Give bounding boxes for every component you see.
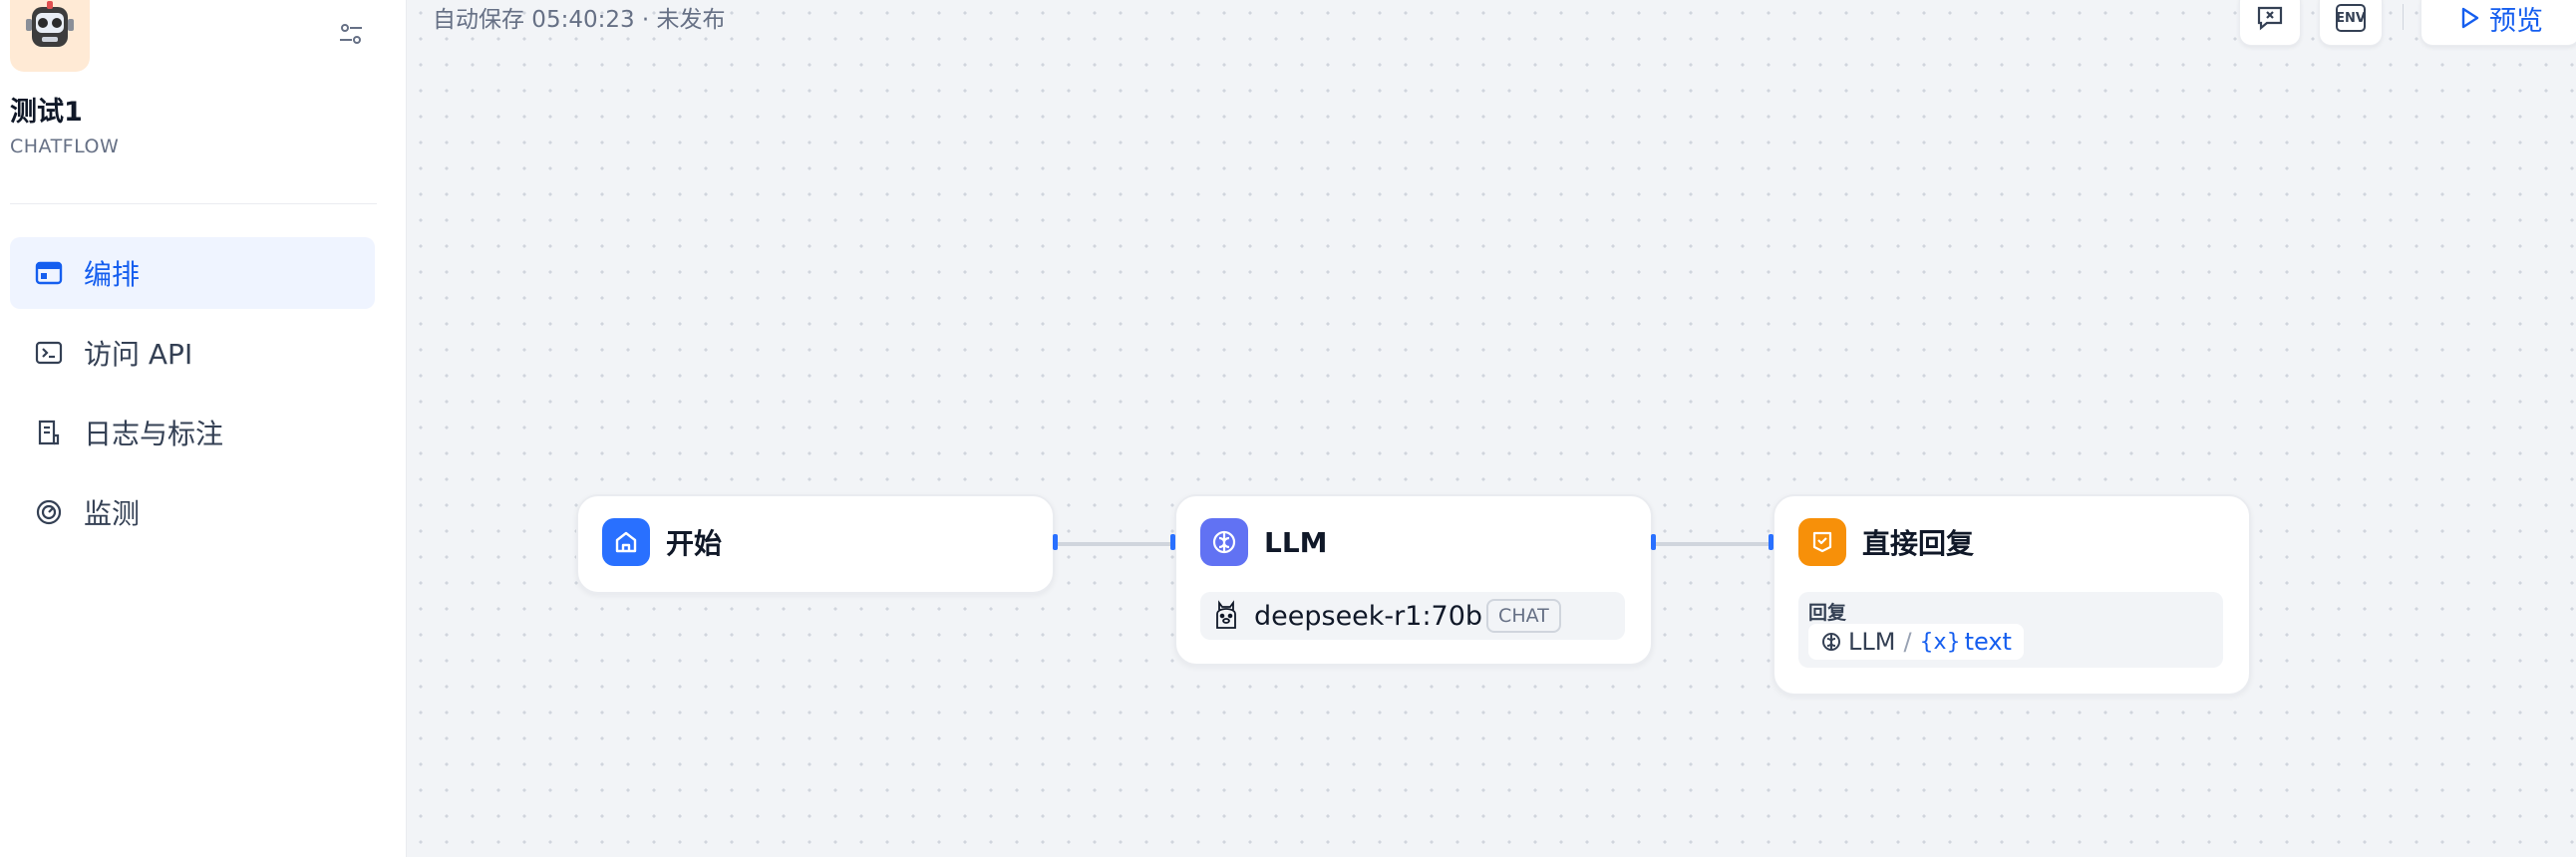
variable-node-name: LLM: [1848, 628, 1896, 656]
sidebar-item-label: 日志与标注: [84, 418, 224, 450]
document-icon: [34, 418, 64, 447]
window-icon: [34, 258, 64, 288]
sidebar-item-logs[interactable]: 日志与标注: [10, 397, 375, 468]
edge-llm-answer[interactable]: [1655, 542, 1772, 546]
llm-target-handle[interactable]: [1170, 534, 1175, 550]
sidebar: 测试1 CHATFLOW 编排 访问 API 日志与标注 监测: [0, 0, 407, 857]
autosave-status: 自动保存 05:40:23 · 未发布: [433, 7, 726, 33]
answer-target-handle[interactable]: [1769, 534, 1773, 550]
answer-icon: [1798, 518, 1846, 566]
sidebar-item-orchestrate[interactable]: 编排: [10, 237, 375, 309]
workflow-canvas[interactable]: [408, 0, 2576, 857]
model-selector[interactable]: deepseek-r1:70b CHAT: [1200, 592, 1625, 640]
preview-button[interactable]: 预览: [2420, 0, 2576, 46]
sidebar-item-label: 访问 API: [84, 338, 193, 371]
play-icon: [2461, 7, 2479, 29]
brain-icon: [1822, 633, 1840, 651]
sidebar-item-label: 编排: [84, 258, 141, 291]
node-title: 直接回复: [1862, 527, 1975, 560]
node-title: 开始: [666, 527, 723, 560]
terminal-icon: [34, 338, 64, 368]
chat-x-icon: [2257, 6, 2283, 31]
sidebar-item-monitor[interactable]: 监测: [10, 476, 375, 548]
gauge-icon: [34, 497, 64, 527]
node-start[interactable]: 开始: [576, 494, 1055, 594]
home-icon: [602, 518, 650, 566]
answer-field-label: 回复: [1808, 602, 1847, 624]
robot-icon: [26, 1, 74, 47]
edge-start-llm[interactable]: [1057, 542, 1174, 546]
llm-source-handle[interactable]: [1651, 534, 1656, 550]
variable-name: text: [1964, 628, 2012, 656]
app-icon-robot[interactable]: [10, 0, 90, 72]
sidebar-nav: 编排 访问 API 日志与标注 监测: [10, 237, 375, 556]
llama-icon: [1216, 600, 1236, 629]
app-mode: CHATFLOW: [10, 136, 120, 157]
app-name: 测试1: [10, 97, 83, 128]
node-answer[interactable]: 直接回复 回复 LLM / {x} text: [1772, 494, 2251, 696]
sidebar-divider: [10, 203, 377, 204]
brain-icon: [1200, 518, 1248, 566]
node-llm[interactable]: LLM deepseek-r1:70b CHAT: [1174, 494, 1653, 666]
start-source-handle[interactable]: [1053, 534, 1058, 550]
model-name: deepseek-r1:70b: [1254, 600, 1483, 632]
variable-separator: /: [1903, 628, 1912, 656]
answer-field: 回复 LLM / {x} text: [1798, 592, 2223, 668]
sliders-icon: [340, 24, 362, 44]
variable-icon: {x}: [1919, 629, 1961, 655]
model-mode-badge: CHAT: [1486, 599, 1561, 633]
env-button[interactable]: ENV: [2319, 0, 2383, 46]
node-title: LLM: [1264, 525, 1328, 559]
sidebar-item-api[interactable]: 访问 API: [10, 317, 375, 389]
variable-reference[interactable]: LLM / {x} text: [1808, 624, 2024, 660]
preview-label: 预览: [2489, 5, 2543, 37]
env-label: ENV: [2336, 10, 2366, 26]
header-separator: [2403, 4, 2404, 30]
settings-button[interactable]: [333, 16, 369, 52]
conversation-vars-button[interactable]: [2239, 0, 2301, 46]
sidebar-item-label: 监测: [84, 497, 141, 530]
